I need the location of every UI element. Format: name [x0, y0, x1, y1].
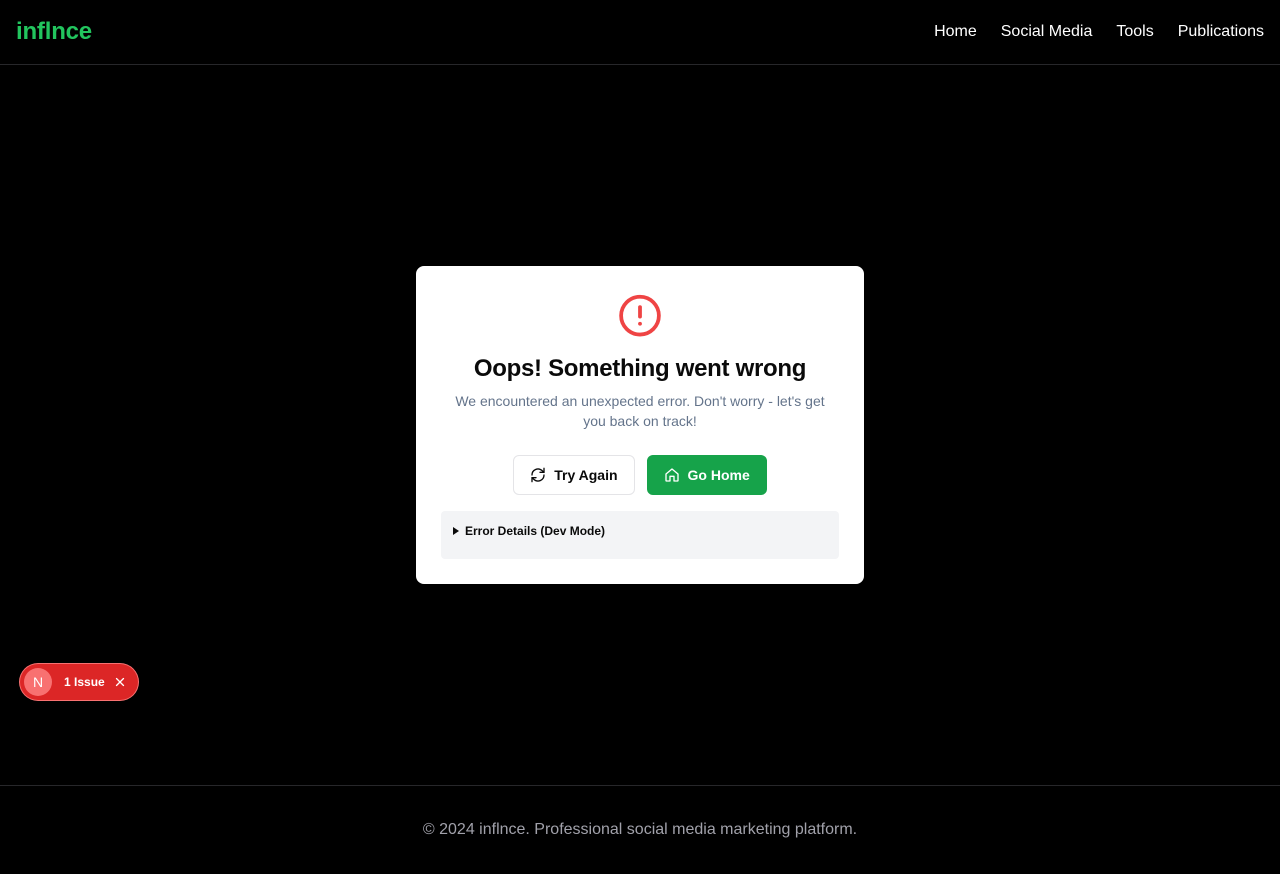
- logo[interactable]: inflnce: [16, 18, 92, 46]
- try-again-label: Try Again: [554, 467, 618, 484]
- error-details-toggle[interactable]: Error Details (Dev Mode): [441, 511, 839, 559]
- error-details-label: Error Details (Dev Mode): [465, 524, 606, 539]
- nav-publications[interactable]: Publications: [1178, 23, 1264, 41]
- error-description: We encountered an unexpected error. Don'…: [455, 393, 825, 430]
- go-home-button[interactable]: Go Home: [646, 455, 767, 496]
- close-icon[interactable]: [113, 675, 127, 689]
- nav-tools[interactable]: Tools: [1116, 23, 1153, 41]
- error-actions: Try Again Go Home: [513, 455, 767, 496]
- dev-issues-indicator[interactable]: N 1 Issue: [20, 664, 138, 700]
- nextjs-logo-icon: N: [24, 668, 52, 696]
- alert-circle-icon: [619, 294, 661, 337]
- error-card: Oops! Something went wrong We encountere…: [416, 266, 864, 584]
- issue-count[interactable]: 1 Issue: [64, 675, 105, 689]
- site-header: inflnce Home Social Media Tools Publicat…: [0, 0, 1280, 65]
- home-icon: [664, 468, 679, 482]
- go-home-label: Go Home: [687, 467, 750, 484]
- main-nav: Home Social Media Tools Publications: [934, 23, 1264, 41]
- disclosure-triangle-icon: [453, 527, 459, 536]
- footer-text: © 2024 inflnce. Professional social medi…: [422, 821, 858, 838]
- try-again-button[interactable]: Try Again: [513, 455, 635, 496]
- nav-home[interactable]: Home: [934, 23, 977, 41]
- nav-social-media[interactable]: Social Media: [1001, 23, 1093, 41]
- site-footer: © 2024 inflnce. Professional social medi…: [0, 785, 1280, 874]
- refresh-icon: [531, 467, 545, 483]
- error-title: Oops! Something went wrong: [473, 355, 807, 383]
